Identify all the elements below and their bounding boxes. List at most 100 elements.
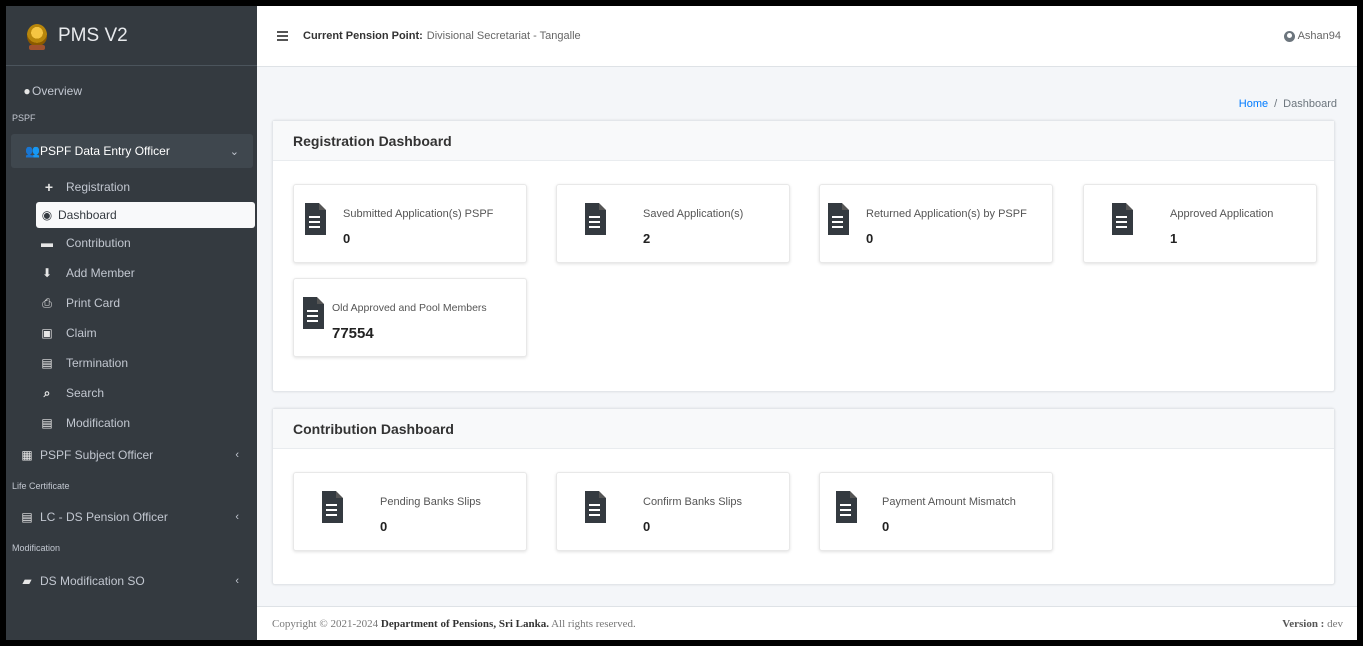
copyright-years: Copyright © 2021-2024 [272,617,379,630]
username: Ashan94 [1297,30,1341,42]
stat-label: Approved Application [1170,208,1274,220]
stat-box-confirm-bank-slips[interactable]: Confirm Banks Slips 0 [556,472,790,551]
sidebar-item-label: Search [66,386,105,400]
sidebar-item-label: Add Member [66,266,135,280]
breadcrumb-current: Dashboard [1283,98,1337,110]
copyright-rights: All rights reserved. [551,617,636,630]
emblem-logo-icon [26,22,48,50]
pension-point-label: Current Pension Point: [303,30,423,42]
version-label: Version : [1282,617,1325,630]
sidebar-item-claim[interactable]: ▣ Claim [6,318,257,348]
file-icon [1112,203,1133,235]
sidebar-item-modification[interactable]: ▤ Modification [6,408,257,438]
sidebar-item-contribution[interactable]: ▬ Contribution [6,228,257,258]
sidebar-item-label: DS Modification SO [40,574,145,588]
dashboard-icon: ◉ [41,208,53,222]
stat-box-submitted[interactable]: Submitted Application(s) PSPF 0 [293,184,527,263]
stat-box-old-approved-pool[interactable]: Old Approved and Pool Members 77554 [293,278,527,357]
sidebar-item-label: Claim [66,326,97,340]
user-circle-icon [1283,30,1295,42]
sidebar-item-label: Print Card [66,296,121,310]
file-icon [585,203,606,235]
footer: Copyright © 2021-2024 Department of Pens… [257,606,1357,640]
stat-box-approved[interactable]: Approved Application 1 [1083,184,1317,263]
stat-value: 0 [866,231,874,246]
contribution-dashboard-card: Contribution Dashboard Pending Banks Sli… [272,408,1335,585]
stat-value: 0 [343,231,351,246]
chevron-down-icon: ⌄ [229,145,239,158]
stat-box-payment-mismatch[interactable]: Payment Amount Mismatch 0 [819,472,1053,551]
file-icon [322,491,343,523]
document-icon: ▤ [41,356,53,370]
print-icon: ⎙ [42,295,52,310]
money-icon: ▬ [41,236,53,250]
nav-header-life-certificate: Life Certificate [12,481,70,491]
users-icon: 👥 [25,144,40,158]
stat-value: 1 [1170,231,1178,246]
stat-value: 0 [882,519,890,534]
version-text: Version : dev [1282,618,1343,630]
document-icon: ▤ [41,416,53,430]
top-navbar: Current Pension Point: Divisional Secret… [257,6,1357,67]
sidebar-item-label: Overview [32,84,83,98]
pension-point-value: Divisional Secretariat - Tangalle [426,30,581,42]
brand-link[interactable]: PMS V2 [6,6,257,66]
info-circle-icon: ● [23,84,31,98]
sidebar-item-search[interactable]: ⌕ Search [6,378,257,408]
stat-box-returned[interactable]: Returned Application(s) by PSPF 0 [819,184,1053,263]
nav-header-modification: Modification [12,543,61,553]
stat-value: 2 [643,231,651,246]
sidebar-item-label: Contribution [66,236,131,250]
sidebar-item-label: PSPF Subject Officer [40,448,154,462]
sidebar-item-label: Dashboard [58,208,117,222]
breadcrumb: Home / Dashboard [1239,98,1337,110]
breadcrumb-separator: / [1274,98,1278,110]
archive-icon: ▦ [21,448,33,462]
sidebar-item-label: Termination [66,356,129,370]
plus-icon: + [44,179,54,195]
stat-box-pending-bank-slips[interactable]: Pending Banks Slips 0 [293,472,527,551]
search-icon: ⌕ [43,385,51,400]
sidebar-item-pspf-data-entry-officer[interactable]: 👥 PSPF Data Entry Officer ⌄ [11,134,253,168]
folder-icon: ▰ [22,574,32,588]
sidebar-item-termination[interactable]: ▤ Termination [6,348,257,378]
stat-label: Payment Amount Mismatch [882,496,1016,508]
file-icon [585,491,606,523]
stat-label: Pending Banks Slips [380,496,481,508]
user-menu[interactable]: Ashan94 [1283,30,1341,42]
sidebar-item-add-member[interactable]: ⬇ Add Member [6,258,257,288]
sidebar-item-dashboard[interactable]: ◉ Dashboard [36,202,255,228]
card-title: Contribution Dashboard [273,409,1334,449]
nav-header-pspf: PSPF [12,113,36,123]
card-title: Registration Dashboard [273,121,1334,161]
id-card-icon: ▣ [41,326,53,340]
chevron-left-icon: ‹ [235,449,239,461]
sidebar-item-registration[interactable]: + Registration [6,172,257,202]
sidebar-item-lc-ds-pension-officer[interactable]: ▤ LC - DS Pension Officer ‹ [6,502,257,532]
chevron-left-icon: ‹ [235,575,239,587]
sidebar-item-pspf-subject-officer[interactable]: ▦ PSPF Subject Officer ‹ [6,440,257,470]
copyright-org: Department of Pensions, Sri Lanka. [380,617,549,630]
sidebar-item-label: Registration [66,180,131,194]
stat-label: Submitted Application(s) PSPF [343,208,494,220]
sidebar-item-label: LC - DS Pension Officer [40,510,168,524]
sidebar-item-overview[interactable]: ● Overview [6,76,257,106]
app-frame: PMS V2 ● Overview PSPF 👥 PSPF Data Entry… [6,6,1357,640]
sidebar-item-ds-modification-so[interactable]: ▰ DS Modification SO ‹ [6,566,257,596]
breadcrumb-home-link[interactable]: Home [1239,98,1268,110]
stat-label: Confirm Banks Slips [643,496,743,508]
sidebar-item-print-card[interactable]: ⎙ Print Card [6,288,257,318]
sidebar-nav: ● Overview PSPF 👥 PSPF Data Entry Office… [6,66,257,596]
stat-value: 0 [643,519,651,534]
sidebar-item-label: PSPF Data Entry Officer [40,144,170,158]
menu-toggle-icon[interactable] [277,31,289,41]
sidebar: PMS V2 ● Overview PSPF 👥 PSPF Data Entry… [6,6,257,640]
file-icon [303,297,324,329]
stat-box-saved[interactable]: Saved Application(s) 2 [556,184,790,263]
stat-label: Old Approved and Pool Members [332,302,487,314]
chevron-left-icon: ‹ [235,511,239,523]
brand-title: PMS V2 [58,24,128,46]
file-icon [828,203,849,235]
document-icon: ▤ [21,510,33,524]
version-value: dev [1327,617,1343,630]
